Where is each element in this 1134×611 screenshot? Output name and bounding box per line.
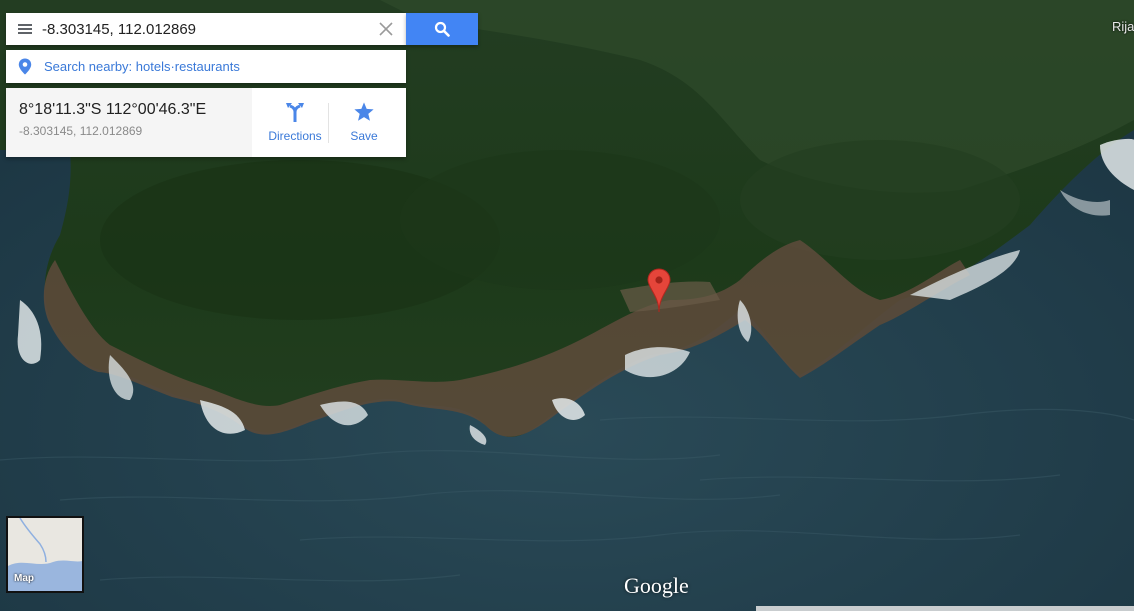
location-pin-icon <box>18 58 32 75</box>
search-button[interactable] <box>406 13 478 45</box>
directions-icon <box>286 103 304 122</box>
place-info: 8°18'11.3"S 112°00'46.3"E -8.303145, 112… <box>6 88 252 157</box>
coordinates-dms: 8°18'11.3"S 112°00'46.3"E <box>19 101 207 118</box>
search-nearby-label[interactable]: Search nearby: hotels·restaurants <box>44 59 240 74</box>
coordinates-decimal: -8.303145, 112.012869 <box>19 124 143 138</box>
save-button[interactable]: Save <box>334 88 394 157</box>
save-label: Save <box>350 129 378 143</box>
star-icon <box>354 102 374 121</box>
place-card: 8°18'11.3"S 112°00'46.3"E -8.303145, 112… <box>6 88 406 157</box>
directions-button[interactable]: Directions <box>258 88 332 157</box>
map-marker-icon[interactable] <box>647 268 671 314</box>
search-box <box>6 13 406 45</box>
directions-label: Directions <box>268 129 322 143</box>
map-type-toggle[interactable]: Map <box>6 516 84 593</box>
menu-icon[interactable] <box>18 24 32 34</box>
divider <box>328 103 329 143</box>
search-input[interactable] <box>42 18 362 40</box>
close-icon[interactable] <box>378 21 394 37</box>
map-thumb-label: Map <box>14 573 34 584</box>
search-nearby-bar[interactable]: Search nearby: hotels·restaurants <box>6 50 406 83</box>
map-place-label: Rija <box>1112 19 1134 34</box>
attribution-bar <box>756 606 1134 611</box>
search-icon <box>434 21 450 37</box>
google-logo: Google <box>624 573 689 598</box>
